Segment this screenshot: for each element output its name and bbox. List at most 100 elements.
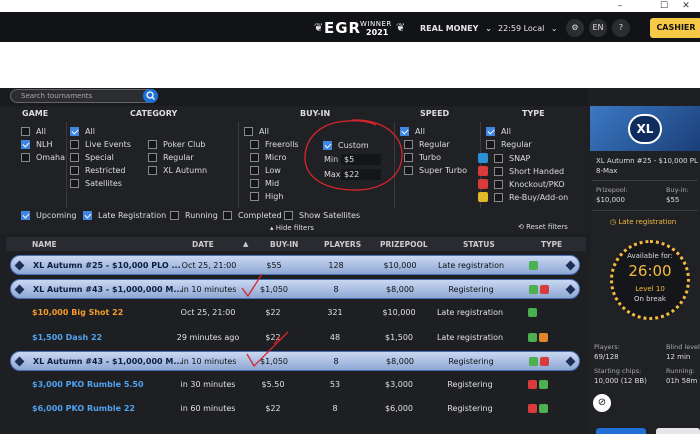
checkbox[interactable] bbox=[404, 140, 413, 149]
checkbox[interactable] bbox=[70, 127, 79, 136]
buyin-filter-freerolls[interactable]: Freerolls bbox=[250, 140, 299, 149]
type-filter-regular[interactable]: Regular bbox=[486, 140, 532, 149]
buyin-filter-high[interactable]: High bbox=[250, 192, 283, 201]
column-buyin[interactable]: BUY-IN bbox=[270, 240, 298, 249]
checkbox[interactable] bbox=[486, 127, 495, 136]
speed-filter-all[interactable]: All bbox=[400, 127, 425, 136]
checkbox[interactable] bbox=[486, 140, 495, 149]
checkbox[interactable] bbox=[400, 127, 409, 136]
table-row[interactable]: XL Autumn #43 - $1,000,000 M... in 10 min… bbox=[10, 279, 580, 299]
option-late-registration[interactable]: Late Registration bbox=[83, 211, 166, 220]
type-filter-all[interactable]: All bbox=[486, 127, 511, 136]
settings-gear-icon[interactable]: ⚙ bbox=[566, 19, 584, 37]
checkbox[interactable] bbox=[170, 211, 179, 220]
language-button[interactable]: EN bbox=[589, 19, 607, 37]
checkbox[interactable] bbox=[70, 140, 79, 149]
column-name[interactable]: NAME bbox=[32, 240, 57, 249]
search-icon[interactable] bbox=[143, 89, 158, 103]
checkbox[interactable] bbox=[250, 140, 259, 149]
table-row[interactable]: XL Autumn #25 - $10,000 PLO ... Oct 25, 2… bbox=[10, 255, 580, 275]
type-filter-rebuy[interactable]: Re-Buy/Add-on bbox=[478, 192, 568, 202]
checkbox[interactable] bbox=[21, 127, 30, 136]
checkbox[interactable] bbox=[284, 211, 293, 220]
money-mode-dropdown[interactable]: REAL MONEY ⌄ bbox=[420, 24, 492, 33]
cell-prizepool: $8,000 bbox=[386, 357, 414, 366]
buyin-filter-micro[interactable]: Micro bbox=[250, 153, 287, 162]
checkbox[interactable] bbox=[404, 166, 413, 175]
help-button[interactable]: ? bbox=[612, 19, 630, 37]
checkbox[interactable] bbox=[70, 166, 79, 175]
buyin-filter-low[interactable]: Low bbox=[250, 166, 281, 175]
checkbox[interactable] bbox=[21, 153, 30, 162]
filter-label: Show Satellites bbox=[299, 211, 361, 220]
checkbox[interactable] bbox=[148, 153, 157, 162]
speed-filter-regular[interactable]: Regular bbox=[404, 140, 450, 149]
table-row[interactable]: $10,000 Big Shot 22 Oct 25, 21:00 $22 321 $1… bbox=[10, 303, 580, 323]
speed-filter-turbo[interactable]: Turbo bbox=[404, 153, 441, 162]
table-row[interactable]: $6,000 PKO Rumble 22 in 60 minutes $22 8 $6,… bbox=[10, 399, 580, 419]
buyin-filter-all[interactable]: All bbox=[244, 127, 269, 136]
column-status[interactable]: STATUS bbox=[463, 240, 495, 249]
column-players[interactable]: PLAYERS bbox=[324, 240, 361, 249]
category-filter-special[interactable]: Special bbox=[70, 153, 114, 162]
observe-button[interactable] bbox=[656, 428, 700, 434]
speed-filter-super-turbo[interactable]: Super Turbo bbox=[404, 166, 467, 175]
hide-filters-button[interactable]: ▴ Hide filters bbox=[270, 224, 314, 232]
cell-status: Late registration bbox=[436, 333, 504, 342]
category-filter-all[interactable]: All bbox=[70, 127, 95, 136]
checkbox[interactable] bbox=[250, 153, 259, 162]
table-row[interactable]: $3,000 PKO Rumble 5.50 in 30 minutes $5.50… bbox=[10, 375, 580, 395]
option-upcoming[interactable]: Upcoming bbox=[21, 211, 76, 220]
cell-prizepool: $10,000 bbox=[382, 308, 416, 317]
checkbox[interactable] bbox=[250, 166, 259, 175]
checkbox[interactable] bbox=[494, 179, 503, 189]
option-completed[interactable]: Completed bbox=[223, 211, 282, 220]
category-filter-satellites[interactable]: Satellites bbox=[70, 179, 122, 188]
type-filter-snap[interactable]: SNAP bbox=[478, 153, 530, 163]
game-filter-omaha[interactable]: Omaha bbox=[21, 153, 65, 162]
register-button[interactable] bbox=[596, 428, 646, 434]
checkbox[interactable] bbox=[148, 166, 157, 175]
checkbox[interactable] bbox=[21, 211, 30, 220]
minimize-button[interactable]: – bbox=[606, 0, 634, 12]
checkbox[interactable] bbox=[83, 211, 92, 220]
category-filter-xl-autumn[interactable]: XL Autumn bbox=[148, 166, 207, 175]
type-filter-knockout[interactable]: Knockout/PKO bbox=[478, 179, 565, 189]
category-filter-regular[interactable]: Regular bbox=[148, 153, 194, 162]
checkbox[interactable] bbox=[494, 153, 503, 163]
checkbox[interactable] bbox=[250, 192, 259, 201]
reset-filters-button[interactable]: ⟲ Reset filters bbox=[518, 223, 568, 231]
checkbox[interactable] bbox=[494, 192, 503, 202]
game-filter-nlh[interactable]: NLH bbox=[21, 140, 52, 149]
checkbox[interactable] bbox=[494, 166, 503, 176]
table-row[interactable]: $1,500 Dash 22 29 minutes ago $22 48 $1,500 L… bbox=[10, 328, 580, 348]
column-prizepool[interactable]: PRIZEPOOL bbox=[380, 240, 428, 249]
checkbox[interactable] bbox=[70, 153, 79, 162]
game-filter-all[interactable]: All bbox=[21, 127, 46, 136]
column-type[interactable]: TYPE bbox=[541, 240, 562, 249]
category-filter-restricted[interactable]: Restricted bbox=[70, 166, 125, 175]
column-date[interactable]: DATE bbox=[192, 240, 214, 249]
checkbox[interactable] bbox=[250, 179, 259, 188]
checkbox[interactable] bbox=[70, 179, 79, 188]
category-filter-poker-club[interactable]: Poker Club bbox=[148, 140, 206, 149]
table-row[interactable]: XL Autumn #43 - $1,000,000 M... in 10 min… bbox=[10, 351, 580, 371]
cashier-button[interactable]: CASHIER bbox=[650, 18, 700, 38]
search-input[interactable]: Search tournaments bbox=[10, 89, 158, 103]
checkbox[interactable] bbox=[148, 140, 157, 149]
close-button[interactable]: ✕ bbox=[672, 0, 700, 12]
checkbox[interactable] bbox=[21, 140, 30, 149]
checkbox[interactable] bbox=[404, 153, 413, 162]
running-label: Running: bbox=[666, 367, 695, 375]
option-running[interactable]: Running bbox=[170, 211, 218, 220]
type-filter-short-handed[interactable]: Short Handed bbox=[478, 166, 564, 176]
sort-asc-icon[interactable]: ▲ bbox=[243, 240, 248, 248]
checkbox[interactable] bbox=[244, 127, 253, 136]
chevron-down-icon: ⌄ bbox=[485, 24, 492, 33]
buyin-filter-mid[interactable]: Mid bbox=[250, 179, 279, 188]
category-filter-live-events[interactable]: Live Events bbox=[70, 140, 131, 149]
local-time-dropdown[interactable]: 22:59 Local ⌄ bbox=[498, 24, 558, 33]
option-show-satellites[interactable]: Show Satellites bbox=[284, 211, 360, 220]
blind-level-value: 12 min bbox=[666, 353, 691, 361]
checkbox[interactable] bbox=[223, 211, 232, 220]
